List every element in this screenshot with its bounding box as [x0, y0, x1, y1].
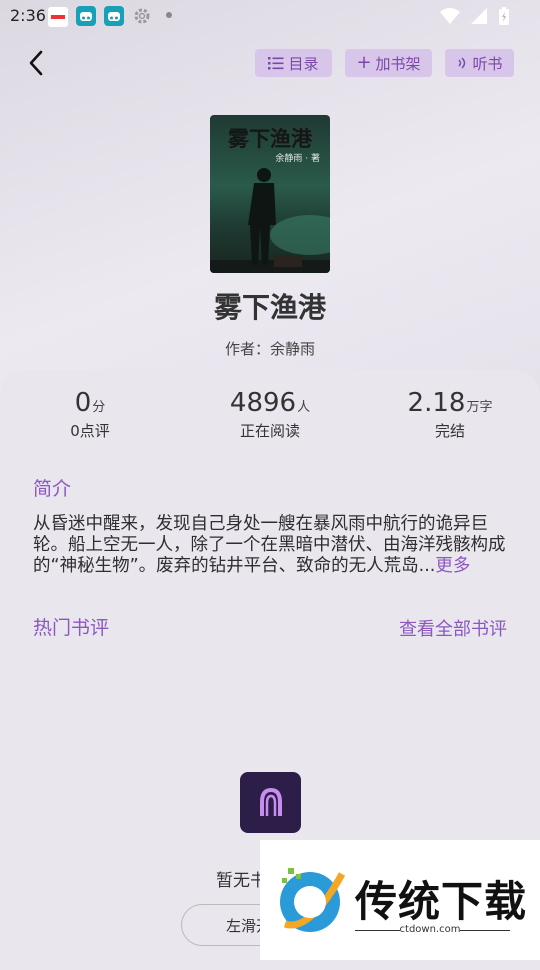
wifi-icon — [440, 8, 460, 24]
stat-value: 2.18 — [407, 388, 466, 418]
toc-label: 目录 — [288, 54, 319, 73]
stat-label: 0点评 — [70, 422, 110, 440]
back-button[interactable] — [22, 48, 50, 78]
book-cover: 雾下渔港 余静雨 · 著 — [210, 115, 330, 273]
intro-text: 从昏迷中醒来，发现自己身处一艘在暴风雨中航行的诡异巨轮。船上空无一人，除了一个在… — [33, 514, 513, 577]
stat-unit: 万字 — [466, 400, 493, 415]
app-notification-icon — [76, 6, 96, 26]
cover-author: 余静雨 · 著 — [275, 154, 320, 164]
battery-icon — [499, 7, 509, 25]
cover-title: 雾下渔港 — [228, 126, 312, 151]
stat-unit: 分 — [92, 400, 106, 415]
status-time: 2:36 — [10, 6, 46, 25]
status-bar: 2:36 — [0, 0, 540, 32]
stat-words: 2.18万字 完结 — [360, 388, 540, 441]
stat-value: 4896 — [229, 388, 297, 418]
app-logo-icon — [240, 772, 301, 833]
intro-more-link[interactable]: 更多 — [435, 556, 470, 576]
back-arrow-icon — [29, 50, 43, 76]
toc-button[interactable]: 目录 — [255, 49, 332, 77]
stat-value: 0 — [74, 388, 92, 418]
status-right-icons — [440, 6, 510, 26]
stat-unit: 人 — [297, 400, 311, 415]
book-title: 雾下渔港 — [213, 291, 326, 324]
intro-heading: 简介 — [33, 478, 72, 500]
stat-label: 完结 — [434, 422, 465, 440]
watermark-text: 传统下载 — [355, 877, 528, 926]
view-all-reviews-link[interactable]: 查看全部书评 — [399, 615, 507, 641]
app-notification-icon — [104, 6, 124, 26]
listen-label: 听书 — [472, 54, 503, 73]
reviews-heading: 热门书评 — [33, 617, 110, 639]
add-to-shelf-label: 加书架 — [375, 54, 421, 73]
watermark-logo-icon — [280, 868, 346, 932]
settings-gear-icon — [132, 6, 152, 26]
stat-readers: 4896人 正在阅读 — [180, 388, 360, 441]
notification-dot-icon — [166, 12, 172, 18]
book-author: 作者：余静雨 — [224, 340, 315, 358]
audio-icon — [458, 57, 466, 69]
listen-button[interactable]: 听书 — [445, 49, 514, 77]
watermark: 传统下载 ctdown.com — [260, 840, 540, 960]
add-to-shelf-button[interactable]: + 加书架 — [345, 49, 432, 77]
news-app-icon — [47, 6, 69, 28]
list-icon — [268, 57, 284, 70]
watermark-url: ctdown.com — [399, 924, 461, 935]
signal-icon — [471, 8, 487, 24]
top-bar: 目录 + 加书架 听书 — [0, 40, 540, 88]
stat-label: 正在阅读 — [239, 422, 300, 440]
plus-icon: + — [356, 52, 372, 73]
stat-score: 0分 0点评 — [0, 388, 180, 441]
